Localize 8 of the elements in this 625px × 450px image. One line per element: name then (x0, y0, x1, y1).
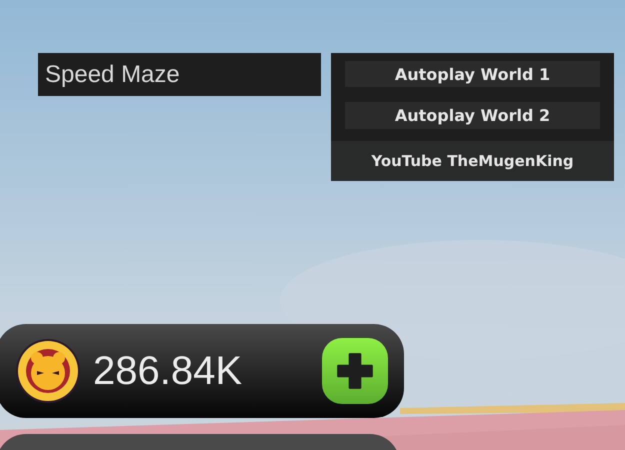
menu-button[interactable]: YouTube TheMugenKing (331, 140, 614, 182)
currency-amount: 286.84K (93, 348, 242, 394)
add-currency-button[interactable] (322, 338, 388, 404)
menu-button[interactable]: Autoplay World 1 (345, 61, 600, 88)
plus-icon (334, 350, 376, 392)
coin-icon (15, 338, 81, 404)
menu-button[interactable]: Autoplay World 2 (345, 102, 600, 129)
game-title: Speed Maze (45, 60, 180, 88)
